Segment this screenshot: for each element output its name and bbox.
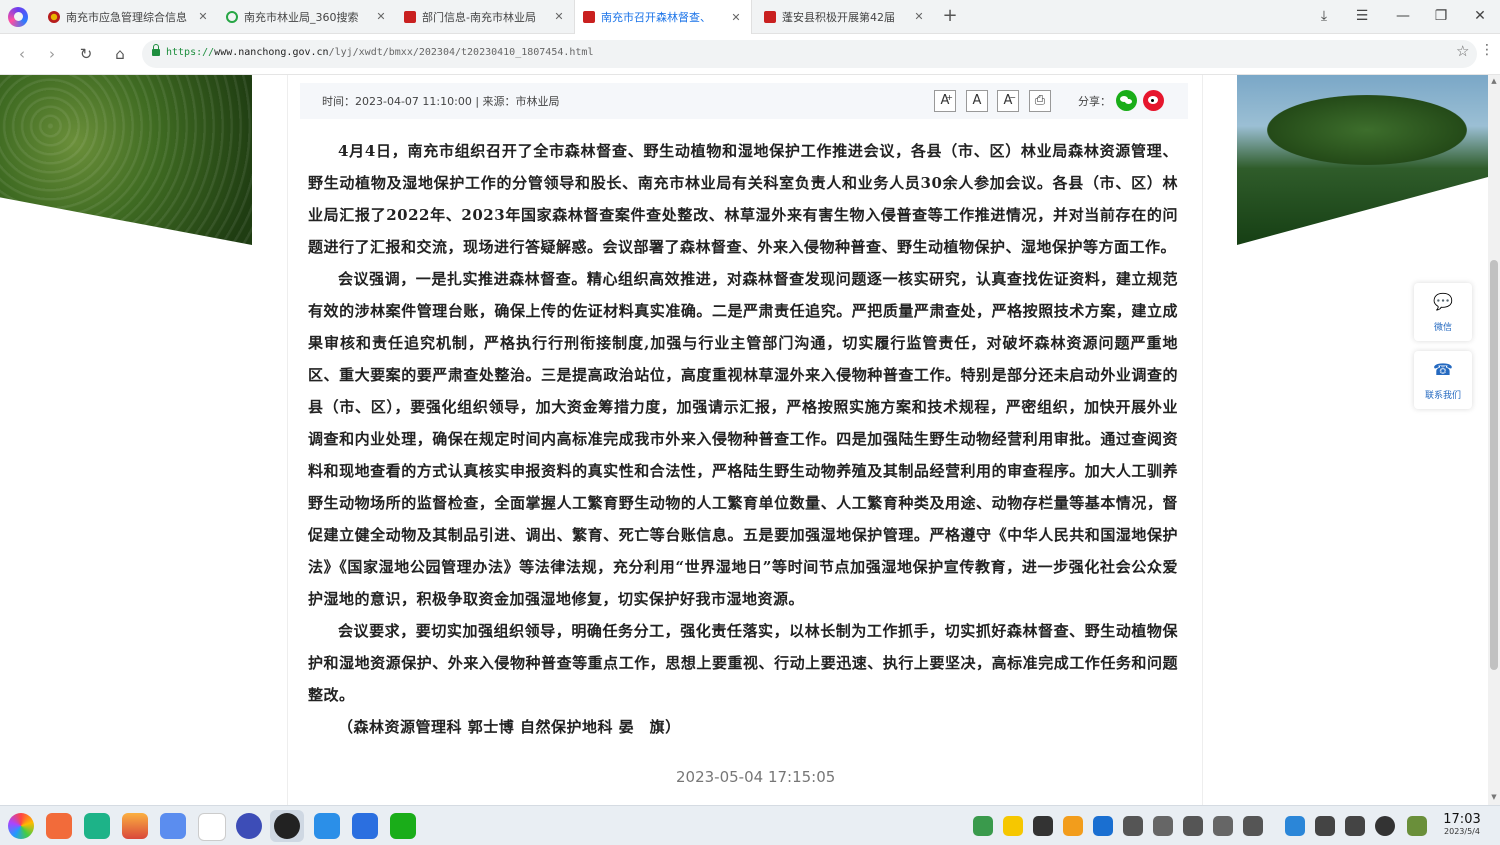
minimize-icon[interactable]: — bbox=[1384, 0, 1422, 33]
app-store-icon[interactable] bbox=[314, 813, 340, 839]
tab-title: 部门信息-南充市林业局 bbox=[422, 10, 536, 24]
reload-icon[interactable]: ↻ bbox=[74, 42, 98, 66]
tab-bar: 南充市应急管理综合信息 ✕ 南充市林业局_360搜索 ✕ 部门信息-南充市林业局… bbox=[0, 0, 1500, 34]
wechat-share-icon[interactable] bbox=[1116, 90, 1137, 111]
forest-banner-left bbox=[0, 75, 252, 245]
tray-app-icon[interactable] bbox=[1063, 816, 1083, 836]
clock-date: 2023/5/4 bbox=[1444, 827, 1480, 836]
overlay-timestamp: 2023-05-04 17:15:05 bbox=[676, 768, 836, 786]
wechat-icon: 💬 bbox=[1433, 292, 1453, 311]
tab-4-active[interactable]: 南充市召开森林督查、 ✕ bbox=[574, 0, 752, 34]
keyboard-icon[interactable] bbox=[1345, 816, 1365, 836]
font-decrease-button[interactable]: A − bbox=[997, 90, 1019, 112]
browser-taskbar-icon[interactable] bbox=[274, 813, 300, 839]
tab-title: 南充市召开森林督查、 bbox=[601, 11, 711, 24]
back-icon[interactable]: ‹ bbox=[10, 42, 34, 66]
clock-time: 17:03 bbox=[1443, 812, 1481, 827]
emblem-icon bbox=[48, 10, 60, 23]
gov-site-icon bbox=[583, 11, 595, 23]
taskbar: 17:03 2023/5/4 bbox=[0, 805, 1500, 845]
browser-logo-icon[interactable] bbox=[8, 7, 28, 27]
bookmark-star-icon[interactable]: ☆ bbox=[1456, 42, 1469, 60]
article-paragraph: 会议要求，要切实加强组织领导，明确任务分工，强化责任落实，以林长制为工作抓手，切… bbox=[308, 622, 1178, 704]
close-icon[interactable]: ✕ bbox=[374, 10, 388, 23]
wechat-label: 微信 bbox=[1433, 323, 1452, 333]
article-paragraph: 会议强调，一是扎实推进森林督查。精心组织高效推进，对森林督查发现问题逐一核实研究… bbox=[308, 270, 1178, 608]
close-window-icon[interactable]: ✕ bbox=[1461, 0, 1499, 33]
tab-title: 南充市应急管理综合信息 bbox=[66, 10, 187, 24]
font-reset-button[interactable]: A bbox=[966, 90, 988, 112]
menu-icon[interactable]: ☰ bbox=[1343, 0, 1381, 33]
lock-icon bbox=[152, 44, 160, 56]
download-icon[interactable]: ⤓ bbox=[1305, 0, 1343, 33]
search-360-icon bbox=[226, 10, 238, 23]
tray-app-icon[interactable] bbox=[1093, 816, 1113, 836]
scroll-thumb[interactable] bbox=[1490, 260, 1498, 670]
publish-info: 时间：2023-04-07 11:10:00 | 来源：市林业局 bbox=[322, 95, 560, 108]
scroll-up-icon[interactable]: ▲ bbox=[1490, 77, 1498, 85]
url-input[interactable]: https://www.nanchong.gov.cn/lyj/xwdt/bmx… bbox=[142, 40, 1477, 68]
lake-banner-right bbox=[1237, 75, 1488, 245]
share-label: 分享： bbox=[1078, 95, 1111, 108]
tray-app-icon[interactable] bbox=[1183, 816, 1203, 836]
terminal-icon[interactable] bbox=[84, 813, 110, 839]
taskbar-clock[interactable]: 17:03 2023/5/4 bbox=[1438, 813, 1486, 837]
usb-icon[interactable] bbox=[1213, 816, 1233, 836]
new-tab-button[interactable]: + bbox=[940, 5, 960, 27]
weibo-share-icon[interactable] bbox=[1143, 90, 1164, 111]
wechat-taskbar-icon[interactable] bbox=[390, 813, 416, 839]
tab-title: 南充市林业局_360搜索 bbox=[244, 10, 359, 24]
print-icon[interactable]: ⎙ bbox=[1029, 90, 1051, 112]
maximize-icon[interactable]: ❐ bbox=[1422, 0, 1460, 33]
tray-app-icon[interactable] bbox=[1123, 816, 1143, 836]
launcher-icon[interactable] bbox=[8, 813, 34, 839]
close-icon[interactable]: ✕ bbox=[912, 10, 926, 23]
wechat-float-button[interactable]: 💬 微信 bbox=[1414, 283, 1472, 341]
article-author: （森林资源管理科 郭士博 自然保护地科 晏 旗） bbox=[338, 718, 681, 736]
article-paragraph: 4月4日，南充市组织召开了全市森林督查、野生动植物和湿地保护工作推进会议，各县（… bbox=[308, 142, 1178, 256]
tray-app-icon[interactable] bbox=[1003, 816, 1023, 836]
calendar-icon[interactable] bbox=[198, 813, 226, 841]
close-icon[interactable]: ✕ bbox=[196, 10, 210, 23]
close-icon[interactable]: ✕ bbox=[552, 10, 566, 23]
font-increase-button[interactable]: A + bbox=[934, 90, 956, 112]
tab-2[interactable]: 南充市林业局_360搜索 ✕ bbox=[218, 0, 396, 33]
tray-app-icon[interactable] bbox=[1033, 816, 1053, 836]
documents-icon[interactable] bbox=[160, 813, 186, 839]
close-icon[interactable]: ✕ bbox=[729, 11, 743, 24]
volume-icon[interactable] bbox=[1153, 816, 1173, 836]
page-content: 时间：2023-04-07 11:10:00 | 来源：市林业局 A + A A −… bbox=[0, 75, 1488, 805]
tab-3[interactable]: 部门信息-南充市林业局 ✕ bbox=[396, 0, 574, 33]
phone-icon: ☎ bbox=[1433, 360, 1453, 379]
power-icon[interactable] bbox=[1375, 816, 1395, 836]
tray-app-icon[interactable] bbox=[973, 816, 993, 836]
address-bar: ‹ › ↻ ⌂ https://www.nanchong.gov.cn/lyj/… bbox=[0, 34, 1500, 75]
tab-5[interactable]: 蓬安县积极开展第42届 ✕ bbox=[756, 0, 934, 33]
wps-writer-icon[interactable] bbox=[352, 813, 378, 839]
contact-label: 联系我们 bbox=[1424, 391, 1461, 401]
url-text[interactable]: https://www.nanchong.gov.cn/lyj/xwdt/bmx… bbox=[166, 47, 593, 58]
gov-site-icon bbox=[404, 10, 416, 23]
scrollbar[interactable]: ▲ ▼ bbox=[1488, 75, 1500, 805]
app-grid-icon[interactable] bbox=[46, 813, 72, 839]
chevron-right-icon[interactable] bbox=[1243, 816, 1263, 836]
settings-gear-icon[interactable] bbox=[236, 813, 262, 839]
article-meta-bar: 时间：2023-04-07 11:10:00 | 来源：市林业局 A + A A −… bbox=[300, 83, 1188, 119]
home-icon[interactable]: ⌂ bbox=[108, 42, 132, 66]
network-icon[interactable] bbox=[1285, 816, 1305, 836]
contact-float-button[interactable]: ☎ 联系我们 bbox=[1414, 351, 1472, 409]
more-icon[interactable]: ⋮ bbox=[1480, 42, 1494, 58]
notification-icon[interactable] bbox=[1315, 816, 1335, 836]
tab-1[interactable]: 南充市应急管理综合信息 ✕ bbox=[40, 0, 218, 33]
photos-icon[interactable] bbox=[122, 813, 148, 839]
tab-title: 蓬安县积极开展第42届 bbox=[782, 10, 895, 24]
forward-icon[interactable]: › bbox=[40, 42, 64, 66]
tray-app-icon[interactable] bbox=[1407, 816, 1427, 836]
article: 时间：2023-04-07 11:10:00 | 来源：市林业局 A + A A −… bbox=[287, 75, 1203, 805]
article-body: 4月4日，南充市组织召开了全市森林督查、野生动植物和湿地保护工作推进会议，各县（… bbox=[308, 135, 1178, 743]
gov-site-icon bbox=[764, 10, 776, 23]
scroll-down-icon[interactable]: ▼ bbox=[1490, 793, 1498, 801]
